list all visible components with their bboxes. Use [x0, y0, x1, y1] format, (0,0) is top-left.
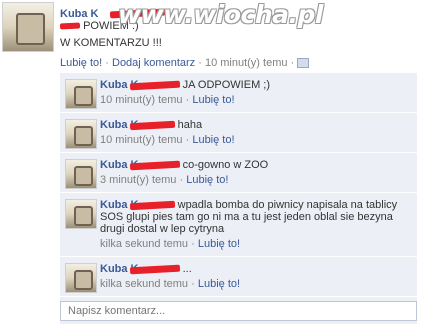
comment-like-link[interactable]: Lubię to! [192, 94, 234, 106]
comment-like-link[interactable]: Lubię to! [198, 278, 240, 290]
author-redaction [129, 120, 175, 130]
post-like-link[interactable]: Lubię to! [60, 57, 102, 69]
text-redaction [59, 22, 81, 30]
comment-count-icon[interactable] [297, 58, 310, 69]
comment-input-box[interactable] [60, 301, 417, 321]
post-author-avatar[interactable] [2, 2, 54, 52]
comment-item-2: Kuba K haha 10 minut(y) temu · Lubię to! [60, 113, 417, 153]
comment-avatar[interactable] [65, 159, 97, 189]
comment-timestamp[interactable]: kilka sekund temu [100, 278, 188, 290]
comment-item-4: Kuba K wpadla bomba do piwnicy napisala … [60, 193, 417, 257]
comment-avatar[interactable] [65, 79, 97, 109]
comment-like-link[interactable]: Lubię to! [198, 238, 240, 250]
post-timestamp[interactable]: 10 minut(y) temu [205, 57, 288, 69]
comment-avatar[interactable] [65, 263, 97, 293]
comment-timestamp[interactable]: 3 minut(y) temu [100, 174, 176, 186]
comment-timestamp[interactable]: kilka sekund temu [100, 238, 188, 250]
comment-text: haha [177, 119, 203, 131]
comment-like-link[interactable]: Lubię to! [186, 174, 228, 186]
comment-item-5: Kuba K ... kilka sekund temu · Lubię to! [60, 257, 417, 297]
comment-input[interactable] [66, 302, 410, 320]
post-author-name[interactable]: Kuba K [60, 8, 99, 20]
comment-text: ... [182, 263, 192, 275]
comment-item-1: Kuba K JA ODPOWIEM ;) 10 minut(y) temu ·… [60, 73, 417, 113]
watermark-logo: www.wiocha.pl [118, 0, 323, 29]
comment-text: JA ODPOWIEM ;) [182, 79, 271, 91]
comment-timestamp[interactable]: 10 minut(y) temu [100, 134, 183, 146]
post-actions: Lubię to! · Dodaj komentarz · 10 minut(y… [60, 57, 310, 69]
comment-like-link[interactable]: Lubię to! [192, 134, 234, 146]
post-text-line2: W KOMENTARZU !!! [60, 37, 162, 49]
comment-timestamp[interactable]: 10 minut(y) temu [100, 94, 183, 106]
comment-item-3: Kuba K co-gowno w ZOO 3 minut(y) temu · … [60, 153, 417, 193]
comment-avatar[interactable] [65, 199, 97, 229]
author-redaction [129, 200, 175, 210]
comment-avatar[interactable] [65, 119, 97, 149]
add-comment-link[interactable]: Dodaj komentarz [112, 57, 195, 69]
comment-text: co-gowno w ZOO [182, 159, 269, 171]
